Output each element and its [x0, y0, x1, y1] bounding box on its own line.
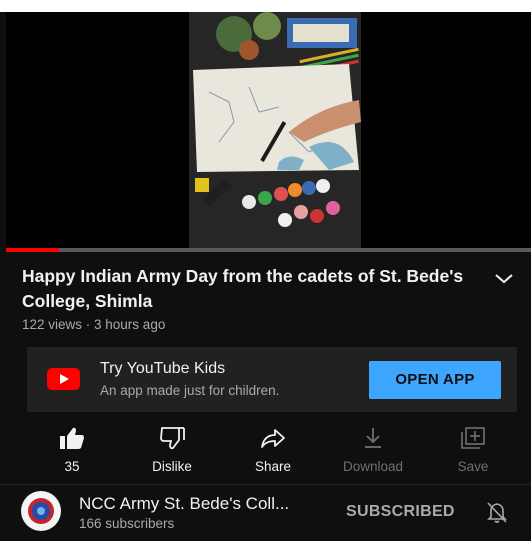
channel-avatar[interactable]: [21, 491, 61, 531]
like-button[interactable]: 35: [32, 420, 112, 480]
notification-bell-off-icon[interactable]: [485, 500, 509, 524]
open-app-button[interactable]: OPEN APP: [369, 361, 501, 399]
share-icon: [261, 429, 285, 448]
chevron-down-icon[interactable]: [492, 268, 516, 288]
like-count: 35: [64, 459, 80, 474]
video-title: Happy Indian Army Day from the cadets of…: [22, 266, 464, 311]
thumbs-up-icon: [60, 427, 84, 449]
divider: [0, 484, 531, 485]
youtube-kids-promo: Try YouTube Kids An app made just for ch…: [27, 347, 517, 412]
status-bar: [0, 0, 531, 12]
youtube-logo-icon: [47, 368, 80, 390]
save-icon: [461, 427, 485, 449]
channel-name[interactable]: NCC Army St. Bede's Coll...: [79, 494, 289, 514]
subscriber-count: 166 subscribers: [79, 516, 175, 531]
download-icon: [365, 428, 381, 448]
video-player[interactable]: [6, 12, 531, 248]
video-frame: [189, 12, 361, 248]
share-label: Share: [254, 459, 292, 474]
dislike-label: Dislike: [152, 459, 192, 474]
download-button[interactable]: Download: [333, 420, 413, 480]
dislike-button[interactable]: Dislike: [132, 420, 212, 480]
action-bar: 35 Dislike Share Download Save: [0, 420, 531, 480]
promo-title: Try YouTube Kids: [100, 360, 226, 377]
promo-subtitle: An app made just for children.: [100, 383, 280, 398]
share-button[interactable]: Share: [233, 420, 313, 480]
save-button[interactable]: Save: [433, 420, 513, 480]
progress-bar[interactable]: [6, 248, 531, 252]
download-label: Download: [342, 459, 404, 474]
thumbs-down-icon: [160, 427, 185, 450]
save-label: Save: [457, 459, 489, 474]
ncc-logo-icon: [23, 493, 59, 529]
video-meta: 122 views · 3 hours ago: [22, 317, 166, 332]
progress-fill: [6, 248, 59, 252]
subscribed-button[interactable]: SUBSCRIBED: [346, 503, 455, 521]
